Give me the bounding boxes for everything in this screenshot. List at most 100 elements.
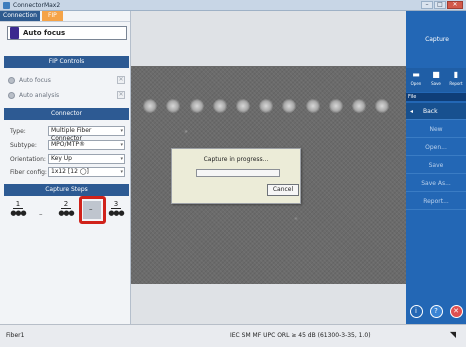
radio-icon[interactable]	[8, 76, 15, 84]
help-icon[interactable]: ?	[429, 304, 443, 318]
main-view: Capture in progress... Cancel	[131, 11, 406, 324]
step-highlight	[79, 196, 106, 224]
option-auto-focus[interactable]: Auto focus ✕	[8, 75, 125, 85]
step-2[interactable]: 2 ●●●	[56, 200, 76, 217]
fiber-core	[236, 99, 250, 113]
fiber-core	[329, 99, 343, 113]
info-icon[interactable]: i	[409, 304, 423, 318]
cancel-button[interactable]: Cancel	[267, 184, 299, 196]
window-title: ConnectorMax2	[13, 2, 61, 9]
exit-icon[interactable]: ✕	[449, 304, 463, 318]
field-fiber-config: Fiber config: 1x12 [12 ◯] ▾	[10, 167, 127, 177]
fiber-core	[352, 99, 366, 113]
field-type: Type: Multiple Fiber Connector ▾	[10, 126, 127, 142]
fiber-dots-icon: ●●●	[10, 209, 26, 217]
field-label: Orientation:	[10, 155, 46, 163]
fiber-dots-icon: ●●●	[58, 209, 74, 217]
orientation-select[interactable]: Key Up ▾	[48, 154, 125, 164]
icon-caption: Save	[431, 81, 441, 86]
tab-connection[interactable]: Connection	[0, 11, 40, 21]
menu-save-as[interactable]: Save As...	[406, 175, 466, 192]
chevron-down-icon: ▾	[120, 169, 123, 175]
fiber-core	[166, 99, 180, 113]
fip-controls-header: FIP Controls	[4, 56, 129, 68]
fiber-core	[213, 99, 227, 113]
connector-header: Connector	[4, 108, 129, 120]
tab-fip[interactable]: FIP	[41, 11, 63, 21]
type-select[interactable]: Multiple Fiber Connector ▾	[48, 126, 125, 142]
menu-open[interactable]: Open...	[406, 139, 466, 156]
fiber-config-select[interactable]: 1x12 [12 ◯] ▾	[48, 167, 125, 177]
title-bar: ConnectorMax2 – □ ✕	[0, 0, 466, 11]
fiber-dots-icon: ●●●	[108, 209, 124, 217]
back-button[interactable]: ◂ Back	[406, 103, 466, 120]
capture-steps-header: Capture Steps	[4, 184, 129, 196]
icon-caption: Open	[410, 81, 422, 86]
chevron-down-icon: ▾	[120, 128, 123, 134]
save-icon-button[interactable]: ■ Save	[427, 68, 445, 92]
field-value: 1x12 [12 ◯]	[51, 168, 89, 175]
field-orientation: Orientation: Key Up ▾	[10, 154, 127, 164]
menu-save[interactable]: Save	[406, 157, 466, 174]
subtype-select[interactable]: MPO/MTP® ▾	[48, 140, 125, 150]
field-value: MPO/MTP®	[51, 141, 85, 148]
close-icon[interactable]: ✕	[117, 76, 125, 84]
report-icon-button[interactable]: ▮ Report	[447, 68, 465, 92]
progress-bar	[196, 169, 280, 177]
capture-progress-dialog: Capture in progress... Cancel	[171, 148, 301, 204]
progress-message: Capture in progress...	[203, 156, 269, 163]
menu-report[interactable]: Report...	[406, 193, 466, 210]
status-bar: Fiber1 IEC SM MF UPC ORL ≥ 45 dB (61300-…	[0, 324, 466, 347]
chevron-left-icon: ◂	[410, 108, 414, 115]
fiber-core	[190, 99, 204, 113]
chevron-down-icon: ▾	[120, 156, 123, 162]
menu-new[interactable]: New	[406, 121, 466, 138]
app-icon	[3, 2, 10, 9]
mode-selector[interactable]: Auto focus	[7, 26, 127, 40]
file-icon-row: ▬ Open ■ Save ▮ Report	[406, 68, 466, 92]
radio-icon[interactable]	[8, 91, 15, 99]
capture-button[interactable]: Capture	[411, 23, 463, 57]
step-number: 2	[61, 200, 71, 209]
step-number: 3	[111, 200, 121, 209]
option-label: Auto focus	[19, 76, 51, 84]
close-window-button[interactable]: ✕	[447, 1, 463, 9]
fiber-core	[143, 99, 157, 113]
window-controls: – □ ✕	[421, 1, 463, 10]
menu-label: Back	[423, 108, 438, 115]
open-button[interactable]: ▬ Open	[407, 68, 425, 92]
minimize-button[interactable]: –	[421, 1, 433, 9]
right-panel: Capture ▬ Open ■ Save ▮ Report File ◂ Bac…	[406, 11, 466, 324]
option-auto-analysis[interactable]: Auto analysis ✕	[8, 90, 125, 100]
field-label: Fiber config:	[10, 168, 47, 176]
fiber-core	[375, 99, 389, 113]
test-standard: IEC SM MF UPC ORL ≥ 45 dB (61300-3-35, 1…	[230, 332, 371, 339]
icon-caption: Report	[449, 81, 463, 86]
folder-icon: ▬	[412, 70, 420, 79]
step-1[interactable]: 1 ●●●	[8, 200, 28, 217]
fiber-core	[306, 99, 320, 113]
fiber-core	[259, 99, 273, 113]
maximize-button[interactable]: □	[434, 1, 446, 9]
field-label: Type:	[10, 127, 26, 135]
step-3[interactable]: 3 ●●●	[106, 200, 126, 217]
option-label: Auto analysis	[19, 91, 60, 99]
close-icon[interactable]: ✕	[117, 91, 125, 99]
fiber-microscope-image: Capture in progress... Cancel	[131, 66, 406, 284]
field-label: Subtype:	[10, 141, 37, 149]
fiber-name: Fiber1	[6, 332, 25, 339]
field-subtype: Subtype: MPO/MTP® ▾	[10, 140, 127, 150]
mode-label: Auto focus	[23, 29, 66, 37]
probe-icon	[10, 27, 19, 39]
step-number: 1	[13, 200, 23, 209]
floppy-icon: ■	[432, 70, 440, 79]
tab-strip: Connection FIP	[0, 11, 130, 22]
fiber-core	[282, 99, 296, 113]
file-section-label: File	[406, 93, 466, 101]
capture-steps: 1 ●●● – 2 ●●● 3 ●●●	[8, 200, 128, 232]
step-separator: –	[39, 210, 43, 218]
field-value: Key Up	[51, 155, 72, 162]
signal-icon: ◥	[449, 330, 456, 339]
bottom-icon-row: i ? ✕	[406, 301, 466, 321]
chevron-down-icon: ▾	[120, 142, 123, 148]
